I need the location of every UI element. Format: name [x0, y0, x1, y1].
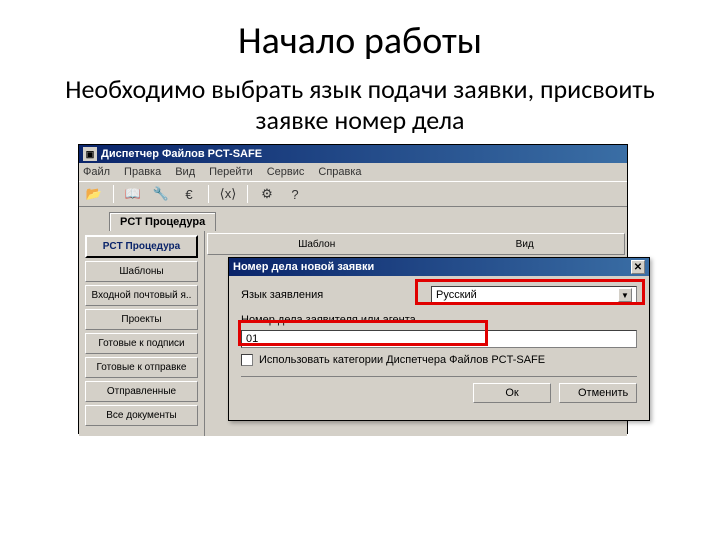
dialog-title: Номер дела новой заявки — [233, 261, 374, 273]
separator — [113, 185, 114, 203]
language-value: Русский — [436, 289, 477, 301]
screenshot-area: ▣ Диспетчер Файлов PCT-SAFE Файл Правка … — [78, 144, 638, 444]
use-categories-label: Использовать категории Диспетчера Файлов… — [259, 354, 545, 366]
sidebar-item-projects[interactable]: Проекты — [85, 309, 198, 330]
main-titlebar: ▣ Диспетчер Файлов PCT-SAFE — [79, 145, 627, 163]
menu-bar: Файл Правка Вид Перейти Сервис Справка — [79, 163, 627, 181]
use-categories-checkbox[interactable] — [241, 354, 253, 366]
separator — [208, 185, 209, 203]
close-icon[interactable]: ✕ — [631, 260, 645, 274]
sidebar: PCT Процедура Шаблоны Входной почтовый я… — [79, 231, 204, 436]
menu-view[interactable]: Вид — [175, 166, 195, 178]
chevron-down-icon[interactable]: ▼ — [618, 288, 632, 302]
menu-go[interactable]: Перейти — [209, 166, 253, 178]
sidebar-item-templates[interactable]: Шаблоны — [85, 261, 198, 282]
wrench-icon[interactable]: 🔧 — [152, 185, 170, 203]
slide-subtitle: Необходимо выбрать язык подачи заявки, п… — [40, 74, 680, 136]
cancel-button[interactable]: Отменить — [559, 383, 637, 403]
panel-header: Шаблон Вид — [207, 233, 625, 255]
sidebar-item-ready-send[interactable]: Готовые к отправке — [85, 357, 198, 378]
main-title: Диспетчер Файлов PCT-SAFE — [101, 148, 262, 160]
language-select[interactable]: Русский ▼ — [431, 286, 637, 304]
toolbar: 📂 📖 🔧 € ⟨x⟩ ⚙ ? — [79, 181, 627, 207]
language-label: Язык заявления — [241, 289, 431, 301]
col-template: Шаблон — [298, 239, 335, 250]
sidebar-item-ready-sign[interactable]: Готовые к подписи — [85, 333, 198, 354]
col-view: Вид — [516, 239, 534, 250]
sidebar-item-all-docs[interactable]: Все документы — [85, 405, 198, 426]
open-icon[interactable]: 📂 — [85, 185, 103, 203]
dialog-titlebar: Номер дела новой заявки ✕ — [229, 258, 649, 276]
variable-icon[interactable]: ⟨x⟩ — [219, 185, 237, 203]
case-number-input[interactable] — [241, 330, 637, 348]
slide-title: Начало работы — [0, 18, 720, 64]
separator — [247, 185, 248, 203]
dialog-new-case: Номер дела новой заявки ✕ Язык заявления… — [228, 257, 650, 421]
tab-row: PCT Процедура — [79, 207, 627, 231]
menu-service[interactable]: Сервис — [267, 166, 305, 178]
settings-icon[interactable]: ⚙ — [258, 185, 276, 203]
sidebar-item-sent[interactable]: Отправленные — [85, 381, 198, 402]
euro-icon[interactable]: € — [180, 185, 198, 203]
book-icon[interactable]: 📖 — [124, 185, 142, 203]
help-icon[interactable]: ? — [286, 185, 304, 203]
tab-pct-procedure[interactable]: PCT Процедура — [109, 212, 216, 231]
menu-edit[interactable]: Правка — [124, 166, 161, 178]
menu-file[interactable]: Файл — [83, 166, 110, 178]
menu-help[interactable]: Справка — [318, 166, 361, 178]
ok-button[interactable]: Ок — [473, 383, 551, 403]
sidebar-item-inbox[interactable]: Входной почтовый я.. — [85, 285, 198, 306]
sidebar-item-pct[interactable]: PCT Процедура — [85, 235, 198, 258]
app-icon: ▣ — [83, 147, 97, 161]
case-number-label: Номер дела заявителя или агента — [241, 314, 416, 326]
